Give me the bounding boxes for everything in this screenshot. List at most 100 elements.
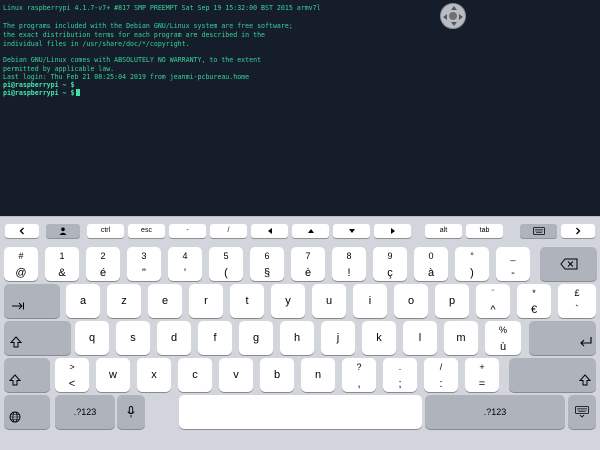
toolbar-forward-button[interactable]: [561, 224, 595, 238]
key-char: q: [88, 332, 96, 344]
key-s[interactable]: s: [116, 321, 150, 355]
shift-left-key[interactable]: [4, 358, 50, 392]
toolbar-person-button[interactable]: [46, 224, 80, 238]
key-h[interactable]: h: [280, 321, 314, 355]
key-p[interactable]: p: [435, 284, 469, 318]
key-l[interactable]: l: [403, 321, 437, 355]
arrow-right-key[interactable]: [374, 224, 411, 238]
key-u-grave[interactable]: % ù: [485, 321, 521, 355]
key-7[interactable]: 7è: [291, 247, 325, 281]
key-char: s: [130, 332, 136, 344]
arrow-up-key[interactable]: [292, 224, 329, 238]
key-n[interactable]: n: [301, 358, 335, 392]
key-k[interactable]: k: [362, 321, 396, 355]
key-y[interactable]: y: [271, 284, 305, 318]
key-hash[interactable]: # @: [4, 247, 38, 281]
key-m[interactable]: m: [444, 321, 478, 355]
dictation-key[interactable]: [117, 395, 145, 429]
key-question[interactable]: ?,: [342, 358, 376, 392]
key-1[interactable]: 1 &: [45, 247, 79, 281]
key-t[interactable]: t: [230, 284, 264, 318]
key-0[interactable]: 0à: [414, 247, 448, 281]
key-char: p: [448, 295, 456, 307]
key-bottom-char: é: [99, 267, 107, 279]
return-icon: [580, 337, 592, 347]
key-j[interactable]: j: [321, 321, 355, 355]
arrow-down-key[interactable]: [333, 224, 370, 238]
key-4[interactable]: 4’: [168, 247, 202, 281]
key-bottom-char: (: [224, 267, 228, 279]
key-e[interactable]: e: [148, 284, 182, 318]
key-o[interactable]: o: [394, 284, 428, 318]
space-bar[interactable]: [179, 395, 422, 429]
hide-keyboard-key[interactable]: [568, 395, 596, 429]
key-d[interactable]: d: [157, 321, 191, 355]
key-bottom-char: ç: [387, 267, 393, 279]
ctrl-key[interactable]: ctrl: [87, 224, 124, 238]
key-plus[interactable]: + =: [465, 358, 499, 392]
terminal-line: individual files in /usr/share/doc/*/cop…: [3, 40, 190, 48]
joystick-center-icon: [449, 12, 457, 20]
key-w[interactable]: w: [96, 358, 130, 392]
toolbar-back-button[interactable]: [5, 224, 39, 238]
key-q[interactable]: q: [75, 321, 109, 355]
key-slash[interactable]: /:: [424, 358, 458, 392]
key-euro[interactable]: * €: [517, 284, 551, 318]
key-top-char: 3: [141, 251, 147, 261]
joystick-up-icon: [451, 6, 457, 10]
key-top-char: 9: [387, 251, 393, 261]
alt-key[interactable]: alt: [425, 224, 462, 238]
slash-key[interactable]: /: [210, 224, 247, 238]
key-r[interactable]: r: [189, 284, 223, 318]
terminal-line: The programs included with the Debian GN…: [3, 22, 293, 30]
globe-key[interactable]: [4, 395, 50, 429]
key-x[interactable]: x: [137, 358, 171, 392]
key-i[interactable]: i: [353, 284, 387, 318]
key-z[interactable]: z: [107, 284, 141, 318]
person-icon: [59, 227, 67, 235]
key-circumflex[interactable]: ¨ ^: [476, 284, 510, 318]
joystick-left-icon: [443, 14, 447, 20]
key-u[interactable]: u: [312, 284, 346, 318]
numbers-key-left[interactable]: .?123: [55, 395, 115, 429]
key-bottom-char: :: [439, 378, 443, 390]
key-char: m: [456, 332, 466, 344]
key-8[interactable]: 8!: [332, 247, 366, 281]
esc-key[interactable]: esc: [128, 224, 165, 238]
key-2[interactable]: 2é: [86, 247, 120, 281]
return-key[interactable]: [529, 321, 596, 355]
key-pound[interactable]: £ `: [558, 284, 596, 318]
key-b[interactable]: b: [260, 358, 294, 392]
key-top-char: 8: [346, 251, 352, 261]
key-char: i: [368, 295, 372, 307]
delete-key[interactable]: [540, 247, 597, 281]
caps-lock-key[interactable]: [4, 321, 71, 355]
key-degree[interactable]: °): [455, 247, 489, 281]
dash-key[interactable]: -: [169, 224, 206, 238]
key-3[interactable]: 3 ": [127, 247, 161, 281]
key-bottom-char: à: [427, 267, 435, 279]
key-bottom-char: ^: [490, 304, 496, 316]
key-c[interactable]: c: [178, 358, 212, 392]
key-9[interactable]: 9ç: [373, 247, 407, 281]
tab-toolbar-key[interactable]: tab: [466, 224, 503, 238]
key-f[interactable]: f: [198, 321, 232, 355]
joystick-control[interactable]: [440, 3, 466, 29]
key-underscore[interactable]: _ -: [496, 247, 530, 281]
toolbar-keyboard-button[interactable]: [520, 224, 557, 238]
key-6[interactable]: 6 §: [250, 247, 284, 281]
terminal-prompt: pi@raspberrypi ~ $: [3, 89, 75, 97]
terminal-output[interactable]: Linux raspberrypi 4.1.7-v7+ #817 SMP PRE…: [0, 0, 600, 216]
key-5[interactable]: 5(: [209, 247, 243, 281]
key-period[interactable]: .;: [383, 358, 417, 392]
key-v[interactable]: v: [219, 358, 253, 392]
key-char: j: [336, 332, 340, 344]
key-top-char: ?: [356, 362, 362, 372]
shift-right-key[interactable]: [509, 358, 596, 392]
key-a[interactable]: a: [66, 284, 100, 318]
arrow-left-key[interactable]: [251, 224, 288, 238]
numbers-key-right[interactable]: .?123: [425, 395, 565, 429]
key-angle-brackets[interactable]: > <: [55, 358, 89, 392]
tab-key[interactable]: [4, 284, 60, 318]
key-g[interactable]: g: [239, 321, 273, 355]
